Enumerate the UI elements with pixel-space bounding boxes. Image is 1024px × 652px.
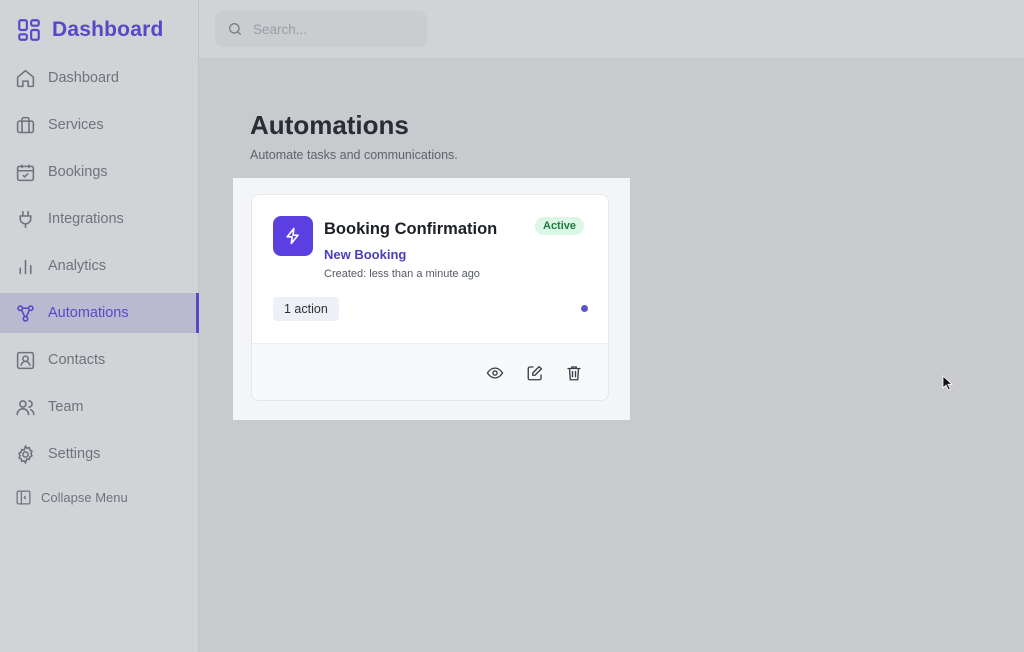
sidebar-item-label: Integrations <box>48 211 124 227</box>
automation-created: Created: less than a minute ago <box>324 268 480 280</box>
sidebar-item-label: Team <box>48 399 84 415</box>
sidebar-item-integrations[interactable]: Integrations <box>0 199 198 239</box>
search-icon <box>229 23 241 35</box>
card-footer <box>252 343 608 400</box>
sidebar: Dashboard Dashboard Services Bookings In… <box>0 0 199 652</box>
search-box[interactable] <box>215 11 427 47</box>
sidebar-item-label: Dashboard <box>48 70 119 86</box>
collapse-menu-button[interactable]: Collapse Menu <box>15 489 128 506</box>
sidebar-item-label: Contacts <box>48 352 106 368</box>
view-button[interactable] <box>486 364 504 382</box>
sidebar-item-label: Bookings <box>48 164 108 180</box>
eye-icon <box>486 367 504 379</box>
status-dot <box>581 305 588 312</box>
automation-icon-tile <box>273 216 313 256</box>
delete-button[interactable] <box>565 364 583 382</box>
brand-title: Dashboard <box>52 18 164 41</box>
lightning-bolt-icon <box>286 227 299 245</box>
brand[interactable]: Dashboard <box>16 14 164 46</box>
sidebar-item-label: Analytics <box>48 258 107 274</box>
automation-card[interactable]: Booking Confirmation New Booking Created… <box>251 194 609 401</box>
dashboard-grid-icon <box>18 19 40 41</box>
sidebar-item-contacts[interactable]: Contacts <box>0 340 198 380</box>
actions-count-pill: 1 action <box>273 297 339 321</box>
sidebar-item-settings[interactable]: Settings <box>0 434 198 474</box>
page-subtitle: Automate tasks and communications. <box>250 148 458 162</box>
workflow-icon <box>17 304 34 322</box>
plug-icon <box>19 210 32 228</box>
bar-chart-icon <box>19 259 32 274</box>
sidebar-item-label: Automations <box>48 305 129 321</box>
mouse-cursor-icon <box>942 375 954 391</box>
status-badge: Active <box>535 217 585 235</box>
search-input[interactable] <box>251 20 415 38</box>
gear-icon <box>18 443 33 465</box>
sidebar-item-bookings[interactable]: Bookings <box>0 152 198 192</box>
sidebar-item-automations[interactable]: Automations <box>0 293 199 333</box>
sidebar-item-label: Services <box>48 117 104 133</box>
home-icon <box>16 69 35 87</box>
automation-title: Booking Confirmation <box>324 220 498 238</box>
contact-card-icon <box>16 351 35 369</box>
sidebar-item-team[interactable]: Team <box>0 387 198 427</box>
users-icon <box>16 399 35 415</box>
sidebar-item-analytics[interactable]: Analytics <box>0 246 198 286</box>
calendar-check-icon <box>16 164 35 181</box>
collapse-menu-label: Collapse Menu <box>41 490 128 505</box>
edit-button[interactable] <box>526 364 544 382</box>
page-title: Automations <box>250 110 409 140</box>
automation-trigger: New Booking <box>324 247 407 262</box>
sidebar-item-label: Settings <box>48 446 101 462</box>
edit-icon <box>527 365 543 381</box>
sidebar-item-dashboard[interactable]: Dashboard <box>0 58 198 98</box>
sidebar-collapse-icon <box>16 490 31 505</box>
top-bar <box>199 0 1024 58</box>
briefcase-icon <box>16 116 35 133</box>
sidebar-nav: Dashboard Services Bookings Integrations… <box>0 58 199 481</box>
trash-icon <box>567 366 581 381</box>
sidebar-item-services[interactable]: Services <box>0 105 198 145</box>
